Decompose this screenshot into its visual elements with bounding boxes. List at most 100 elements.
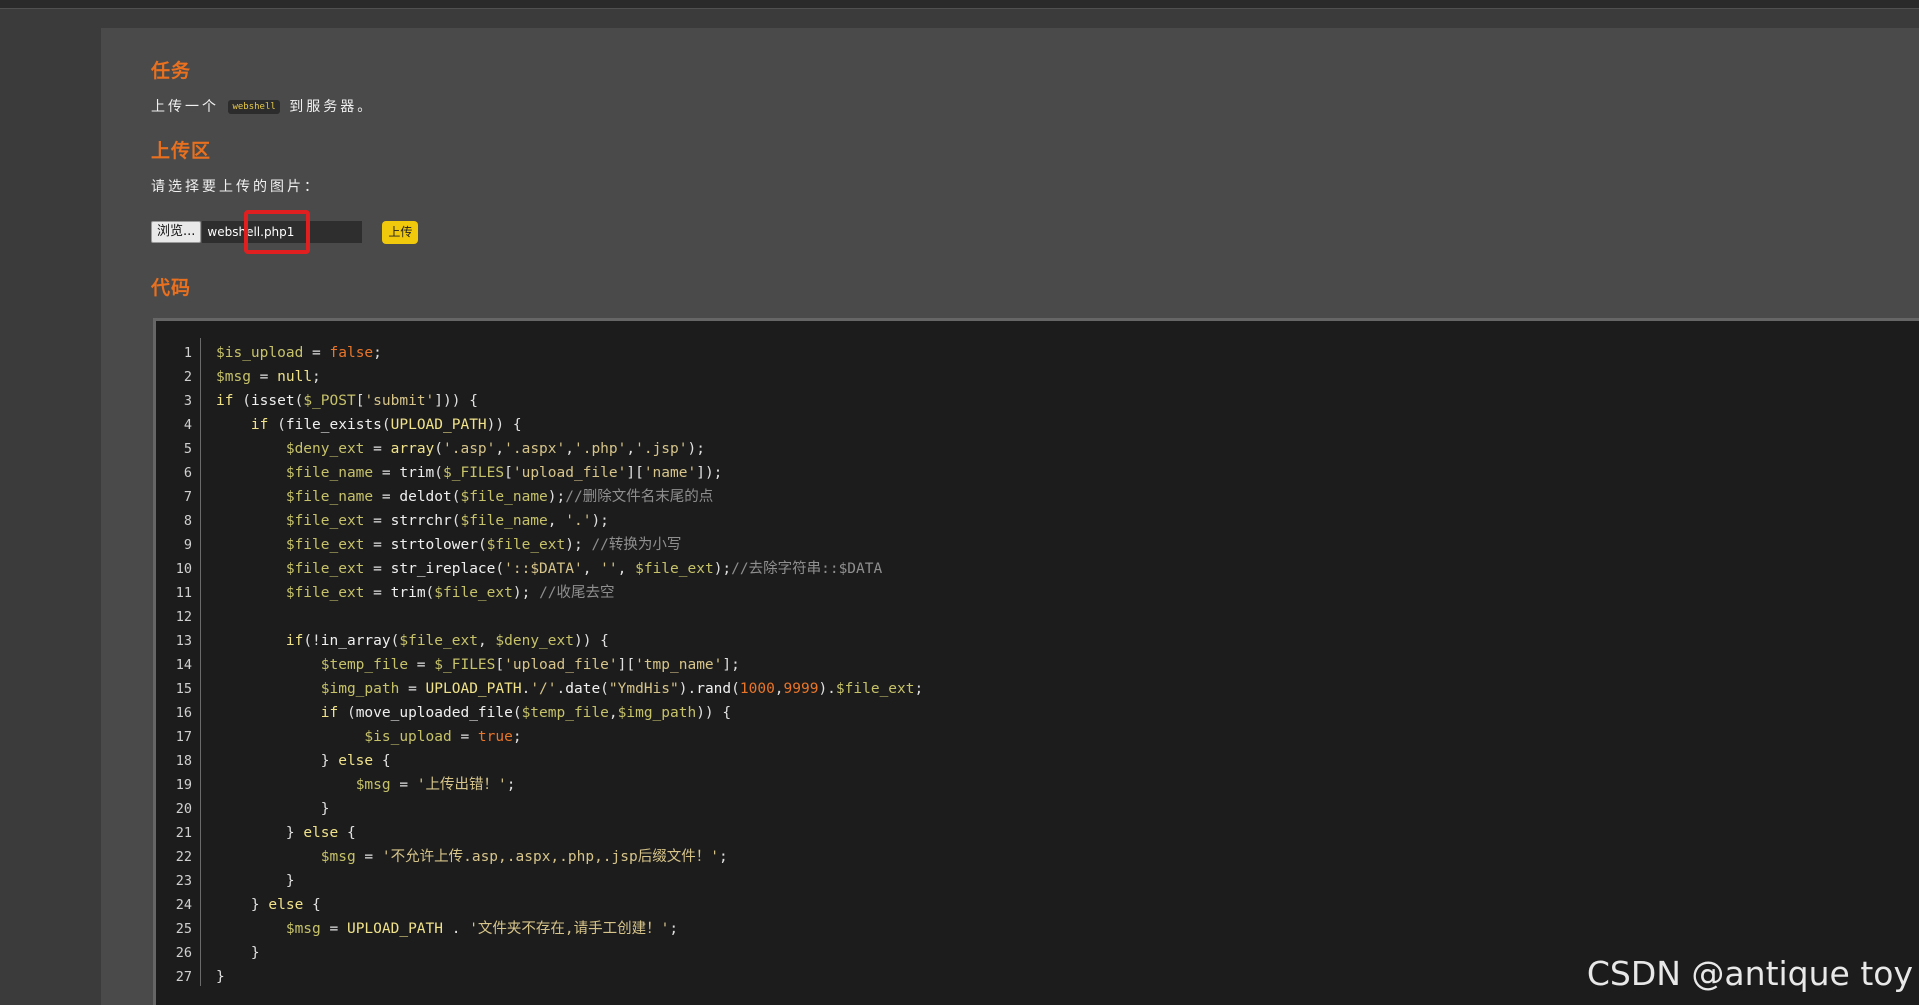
code-token: $msg [216,369,251,385]
code-text: } else { [216,821,356,845]
code-token: UPLOAD_PATH [425,681,522,697]
code-token: '.aspx' [504,441,566,457]
code-token: = [364,513,391,529]
code-text: $msg = UPLOAD_PATH . '文件夹不存在,请手工创建！'; [216,917,678,941]
code-token: , [582,561,601,577]
line-number: 25 [175,921,192,937]
code-token: ; [718,849,728,865]
code-token: = [364,441,391,457]
line-number: 2 [183,369,192,385]
code-token: )) { [696,705,732,721]
line-number: 21 [175,825,192,841]
code-text: $file_ext = strrchr($file_name, '.'); [216,509,609,533]
code-token: ( [338,705,356,721]
line-number: 22 [175,849,192,865]
code-token: '.jsp' [635,441,688,457]
code-text: $file_ext = str_ireplace('::$DATA', '', … [216,557,882,581]
line-number: 18 [175,753,192,769]
code-token: = [399,681,426,697]
code-token: . [521,681,531,697]
line-number: 3 [183,393,192,409]
code-token: if [285,633,304,649]
code-text: $msg = '不允许上传.asp,.aspx,.php,.jsp后缀文件！'; [216,845,728,869]
browse-button[interactable]: 浏览... [151,221,202,243]
line-number: 5 [183,441,192,457]
code-token: //转换为小写 [591,537,682,553]
code-token: '上传出错！' [416,777,507,793]
content-panel: 任务 上传一个 webshell 到服务器。 上传区 请选择要上传的图片： 浏览… [101,28,1919,1005]
code-token: $is_upload [364,729,452,745]
code-token: ]; [722,657,740,673]
code-text [216,605,225,629]
code-token: '::$DATA' [504,561,583,577]
code-token: ]); [696,465,723,481]
code-token: , [477,633,496,649]
code-token: ); [547,489,566,505]
code-text: if (isset($_POST['submit'])) { [216,389,478,413]
code-token: strrchr [390,513,452,529]
line-number: 19 [175,777,192,793]
code-token: UPLOAD_PATH [390,417,487,433]
code-token: $file_ext [285,585,365,601]
line-number: 16 [175,705,192,721]
code-token: = [408,657,435,673]
code-token: ( [434,441,444,457]
line-number: 15 [175,681,192,697]
top-bar [0,0,1919,9]
code-block: 1 $is_upload = false; 2 $msg = null; 3 if (is… [153,318,1919,1005]
code-token: ; [373,345,382,361]
code-token: , [495,441,505,457]
code-token: $file_ext [399,633,478,649]
code-token: , [565,441,574,457]
code-token: ( [495,561,505,577]
code-token: $deny_ext [285,441,365,457]
code-token: //去除字符串::$DATA [731,561,883,577]
line-number: 20 [175,801,192,817]
code-text: $file_ext = strtolower($file_ext); //转换为… [216,533,682,557]
code-token: ); [687,441,705,457]
line-number: 1 [183,345,192,361]
upload-heading: 上传区 [151,140,212,162]
code-token: $file_name [460,513,548,529]
code-token: 'tmp_name' [635,657,723,673]
code-token: UPLOAD_PATH [346,921,443,937]
code-token: ( [600,681,609,697]
line-number: 8 [183,513,192,529]
code-token: } [216,897,269,913]
code-token: } [216,945,260,961]
code-token: ; [914,681,924,697]
code-token: )) { [486,417,522,433]
code-token: = [451,729,478,745]
code-token: trim [399,465,435,481]
code-token: file_exists [285,417,382,433]
code-text: } [216,869,295,893]
code-text: if (file_exists(UPLOAD_PATH)) { [216,413,522,437]
code-text: } [216,797,330,821]
line-number: 26 [175,945,192,961]
code-text: } [216,941,260,965]
code-token: move_uploaded_file [355,705,513,721]
code-token: ). [678,681,697,697]
code-token: $deny_ext [495,633,574,649]
code-token: '' [600,561,618,577]
upload-submit-button[interactable]: 上传 [382,220,419,244]
code-token: (! [303,633,321,649]
code-token: } [216,801,330,817]
code-token: $file_ext [285,537,365,553]
line-number: 13 [175,633,192,649]
code-token: if [216,393,234,409]
line-number: 4 [183,417,192,433]
code-token: ])) { [434,393,478,409]
code-token: } [216,969,225,985]
code-token: ( [268,417,286,433]
code-token: = [250,369,278,385]
code-token: $temp_file [521,705,609,721]
code-token: $img_path [320,681,400,697]
line-number: 12 [175,609,192,625]
